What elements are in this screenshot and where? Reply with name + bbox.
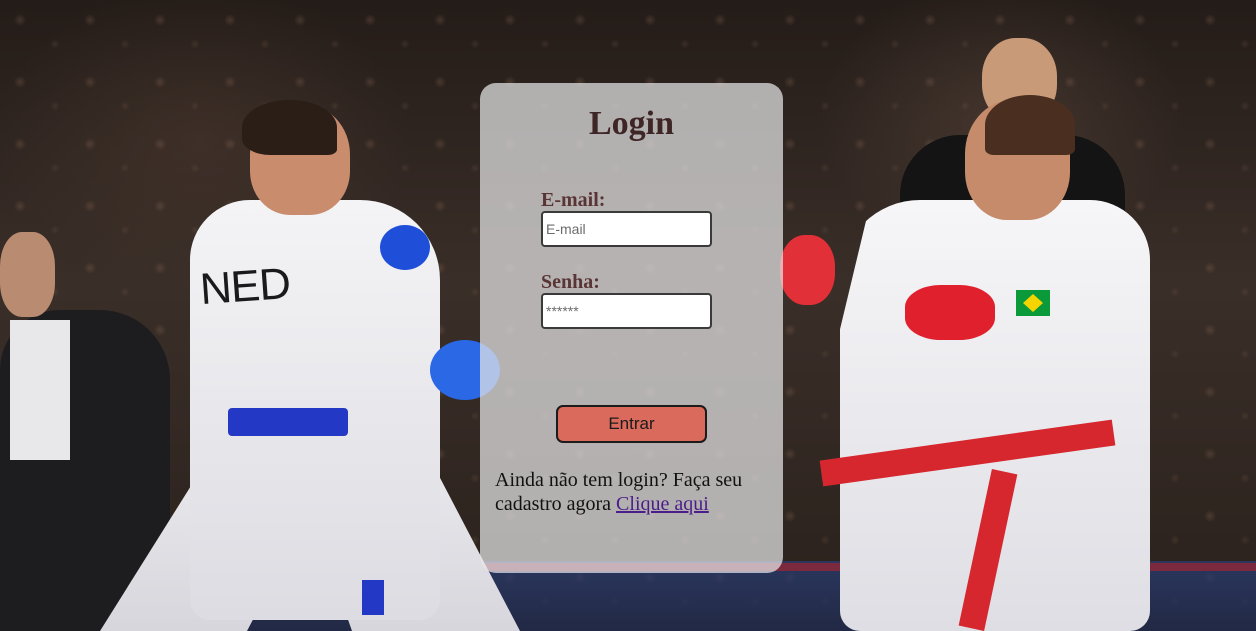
left-fighter-hair bbox=[242, 100, 337, 155]
signup-link[interactable]: Clique aqui bbox=[616, 493, 709, 515]
judge-shirt bbox=[10, 320, 70, 460]
login-button[interactable]: Entrar bbox=[556, 405, 707, 443]
password-label: Senha: bbox=[541, 271, 600, 293]
password-input[interactable] bbox=[541, 293, 712, 329]
email-input[interactable] bbox=[541, 211, 712, 247]
red-glove-icon bbox=[905, 285, 995, 340]
signup-prompt: Ainda não tem login? Faça seu cadastro a… bbox=[495, 468, 775, 516]
gi-country-text: NED bbox=[198, 258, 292, 315]
blue-belt bbox=[228, 408, 348, 436]
email-label: E-mail: bbox=[541, 189, 606, 211]
judge-head bbox=[0, 232, 55, 317]
blue-belt-tail bbox=[362, 580, 384, 615]
red-glove-icon bbox=[780, 235, 835, 305]
blue-glove-icon bbox=[380, 225, 430, 270]
brazil-flag-icon bbox=[1016, 290, 1050, 316]
login-title: Login bbox=[588, 105, 675, 142]
login-card: Login E-mail: Senha: Entrar Ainda não te… bbox=[480, 83, 783, 573]
right-fighter-hair bbox=[985, 95, 1075, 155]
